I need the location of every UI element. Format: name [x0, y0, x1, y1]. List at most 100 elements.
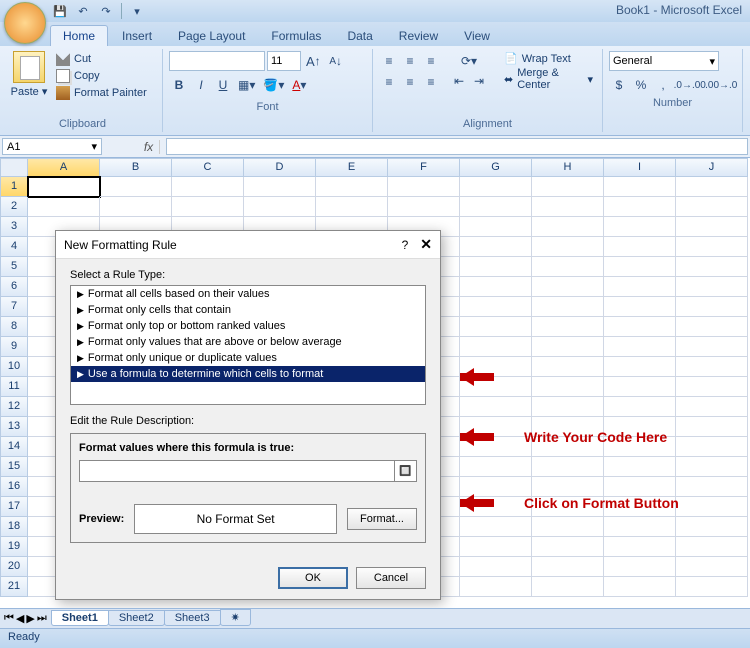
cell[interactable] — [460, 397, 532, 417]
cell[interactable] — [676, 557, 748, 577]
align-bottom-button[interactable]: ≡ — [421, 51, 441, 71]
wrap-text-button[interactable]: 📄 Wrap Text — [501, 51, 596, 66]
cell[interactable] — [532, 397, 604, 417]
cell[interactable] — [532, 177, 604, 197]
cell[interactable] — [460, 197, 532, 217]
cell[interactable] — [460, 457, 532, 477]
cell[interactable] — [244, 197, 316, 217]
cell[interactable] — [100, 177, 172, 197]
paste-button[interactable]: Paste ▾ — [9, 51, 49, 98]
cell[interactable] — [28, 197, 100, 217]
sheet-tab-1[interactable]: Sheet1 — [51, 610, 109, 626]
cell[interactable] — [604, 397, 676, 417]
new-sheet-button[interactable]: ✷ — [220, 609, 251, 626]
cell[interactable] — [460, 577, 532, 597]
cell[interactable] — [604, 577, 676, 597]
cell[interactable] — [388, 177, 460, 197]
tab-insert[interactable]: Insert — [110, 26, 164, 46]
cell[interactable] — [460, 337, 532, 357]
sheet-nav-next[interactable]: ▶ — [26, 612, 34, 625]
sheet-nav-last[interactable]: ⏭ — [37, 612, 47, 625]
cell[interactable] — [532, 577, 604, 597]
cell[interactable] — [604, 217, 676, 237]
sheet-tab-3[interactable]: Sheet3 — [164, 610, 221, 626]
tab-home[interactable]: Home — [50, 25, 108, 46]
row-head-16[interactable]: 16 — [0, 477, 28, 497]
row-head-5[interactable]: 5 — [0, 257, 28, 277]
row-head-9[interactable]: 9 — [0, 337, 28, 357]
font-color-button[interactable]: A▾ — [289, 75, 309, 95]
cell[interactable] — [532, 517, 604, 537]
font-size-input[interactable] — [267, 51, 301, 71]
cell[interactable] — [532, 357, 604, 377]
italic-button[interactable]: I — [191, 75, 211, 95]
rule-item-4[interactable]: ▶Format only unique or duplicate values — [71, 350, 425, 366]
percent-button[interactable]: % — [631, 75, 651, 95]
font-name-input[interactable] — [169, 51, 265, 71]
copy-button[interactable]: Copy — [53, 68, 150, 84]
cell[interactable] — [676, 297, 748, 317]
cell[interactable] — [604, 197, 676, 217]
row-head-4[interactable]: 4 — [0, 237, 28, 257]
row-head-20[interactable]: 20 — [0, 557, 28, 577]
cell[interactable] — [604, 257, 676, 277]
cell[interactable] — [676, 217, 748, 237]
rule-item-2[interactable]: ▶Format only top or bottom ranked values — [71, 318, 425, 334]
cell[interactable] — [604, 517, 676, 537]
select-all-corner[interactable] — [0, 158, 28, 177]
cell[interactable] — [676, 537, 748, 557]
cell[interactable] — [604, 537, 676, 557]
cell[interactable] — [460, 517, 532, 537]
cell[interactable] — [604, 337, 676, 357]
redo-icon[interactable]: ↷ — [96, 2, 116, 20]
cell[interactable] — [676, 377, 748, 397]
orientation-button[interactable]: ⟳▾ — [449, 51, 489, 71]
increase-indent-button[interactable]: ⇥ — [469, 71, 489, 91]
cell[interactable] — [460, 257, 532, 277]
cell[interactable] — [604, 377, 676, 397]
cell[interactable] — [316, 197, 388, 217]
merge-center-button[interactable]: ⬌ Merge & Center ▾ — [501, 66, 596, 92]
cell[interactable] — [532, 317, 604, 337]
dialog-close-button[interactable]: ✕ — [420, 236, 432, 253]
col-head-b[interactable]: B — [100, 158, 172, 177]
align-left-button[interactable]: ≡ — [379, 72, 399, 92]
range-selector-button[interactable]: 🔲 — [394, 461, 416, 481]
cell[interactable] — [532, 257, 604, 277]
cell[interactable] — [532, 457, 604, 477]
currency-button[interactable]: $ — [609, 75, 629, 95]
rule-item-3[interactable]: ▶Format only values that are above or be… — [71, 334, 425, 350]
tab-page-layout[interactable]: Page Layout — [166, 26, 257, 46]
ok-button[interactable]: OK — [278, 567, 348, 589]
cell[interactable] — [676, 577, 748, 597]
align-middle-button[interactable]: ≡ — [400, 51, 420, 71]
cell[interactable] — [676, 177, 748, 197]
underline-button[interactable]: U — [213, 75, 233, 95]
cell[interactable] — [676, 437, 748, 457]
tab-review[interactable]: Review — [387, 26, 450, 46]
row-head-2[interactable]: 2 — [0, 197, 28, 217]
cell[interactable] — [460, 177, 532, 197]
cell[interactable] — [172, 177, 244, 197]
format-button[interactable]: Format... — [347, 508, 417, 530]
cell[interactable] — [532, 337, 604, 357]
formula-input-field[interactable] — [80, 461, 394, 481]
cell[interactable] — [676, 417, 748, 437]
cell[interactable] — [460, 537, 532, 557]
cell[interactable] — [244, 177, 316, 197]
cancel-button[interactable]: Cancel — [356, 567, 426, 589]
qat-customize-icon[interactable]: ▾ — [127, 2, 147, 20]
rule-item-0[interactable]: ▶Format all cells based on their values — [71, 286, 425, 302]
row-head-11[interactable]: 11 — [0, 377, 28, 397]
cell[interactable] — [676, 457, 748, 477]
comma-button[interactable]: , — [653, 75, 673, 95]
row-head-6[interactable]: 6 — [0, 277, 28, 297]
save-icon[interactable]: 💾 — [50, 2, 70, 20]
sheet-nav-first[interactable]: ⏮ — [4, 612, 14, 625]
tab-view[interactable]: View — [452, 26, 502, 46]
row-head-7[interactable]: 7 — [0, 297, 28, 317]
decrease-indent-button[interactable]: ⇤ — [449, 71, 469, 91]
row-head-21[interactable]: 21 — [0, 577, 28, 597]
cell[interactable] — [316, 177, 388, 197]
cell[interactable] — [28, 177, 100, 197]
